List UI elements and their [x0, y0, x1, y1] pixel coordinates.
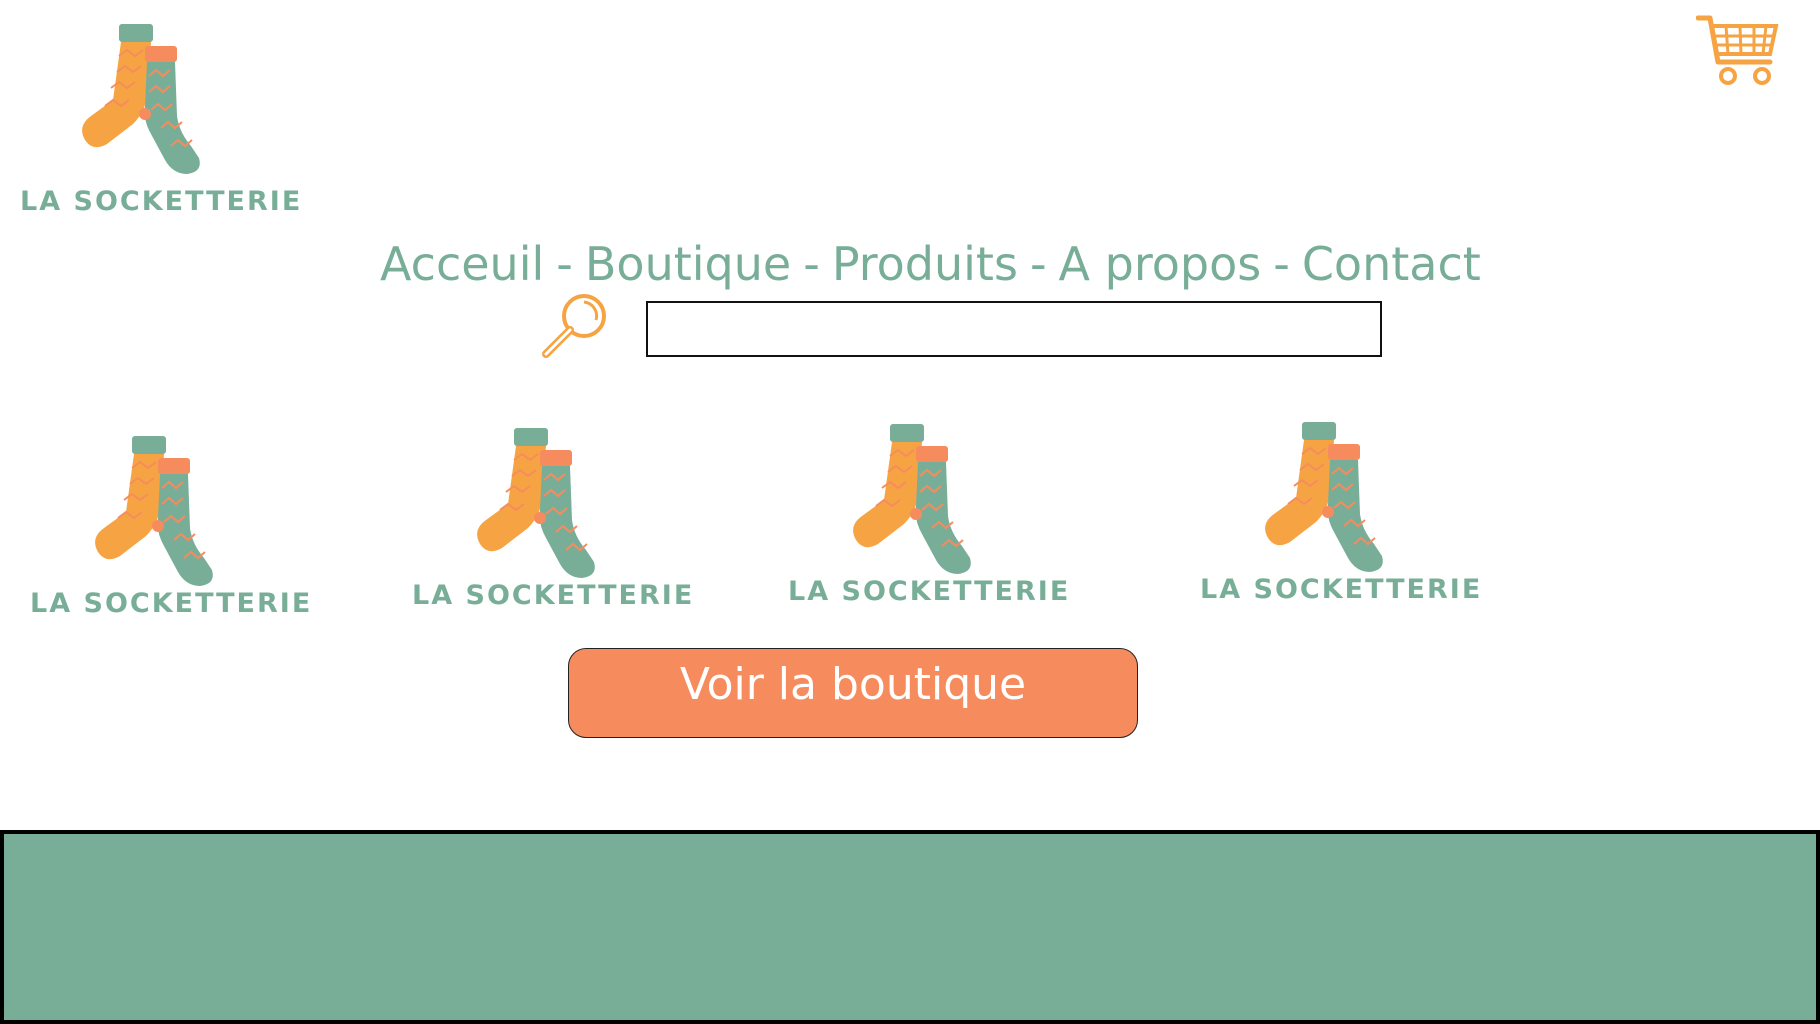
nav-separator: -: [1029, 237, 1047, 291]
socks-logo-icon: [81, 23, 201, 175]
socks-logo-icon: [476, 427, 596, 579]
product-label: LA SOCKETTERIE: [788, 576, 1071, 607]
socks-logo-icon: [1264, 421, 1384, 573]
voir-la-boutique-button[interactable]: Voir la boutique: [568, 648, 1138, 738]
search-input[interactable]: [646, 301, 1382, 357]
nav-separator: -: [1273, 237, 1290, 291]
nav-item-boutique[interactable]: Boutique: [585, 237, 791, 291]
nav-item-contact[interactable]: Contact: [1302, 237, 1481, 291]
product-label: LA SOCKETTERIE: [30, 588, 313, 619]
product-label: LA SOCKETTERIE: [412, 580, 695, 611]
footer: [0, 830, 1820, 1024]
product-card[interactable]: LA SOCKETTERIE: [412, 420, 692, 620]
logo-text: LA SOCKETTERIE: [20, 186, 303, 217]
product-card[interactable]: LA SOCKETTERIE: [30, 428, 310, 628]
shopping-cart-icon[interactable]: [1695, 14, 1782, 90]
nav-item-produits[interactable]: Produits: [832, 237, 1018, 291]
nav-separator: -: [803, 237, 820, 291]
nav-item-accueil[interactable]: Acceuil: [380, 237, 544, 291]
main-navigation: Acceuil - Boutique - Produits - A propos…: [380, 232, 1481, 296]
header-logo[interactable]: LA SOCKETTERIE: [20, 16, 303, 217]
product-card[interactable]: LA SOCKETTERIE: [788, 416, 1068, 616]
product-card[interactable]: LA SOCKETTERIE: [1200, 414, 1480, 614]
magnifying-glass-icon[interactable]: [540, 290, 612, 362]
nav-separator: -: [556, 237, 573, 291]
nav-item-a-propos[interactable]: A propos: [1059, 237, 1262, 291]
socks-logo-icon: [852, 423, 972, 575]
product-label: LA SOCKETTERIE: [1200, 574, 1483, 605]
button-label: Voir la boutique: [679, 659, 1027, 710]
socks-logo-icon: [94, 435, 214, 587]
